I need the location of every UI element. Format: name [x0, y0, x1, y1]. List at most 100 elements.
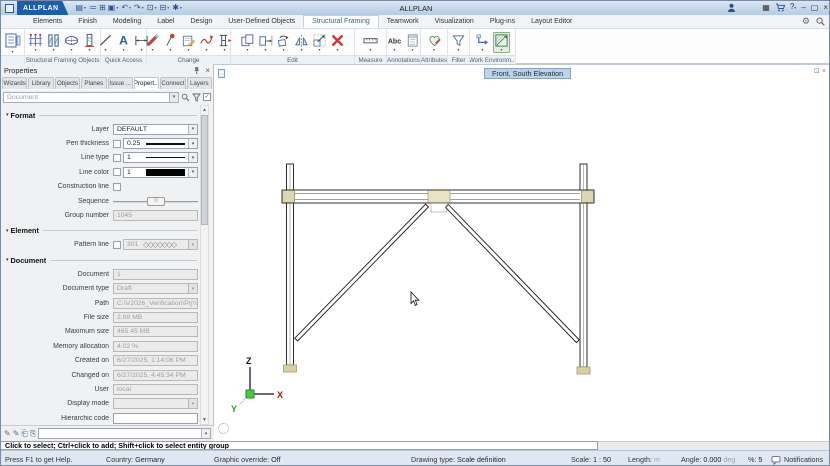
menu-tab-teamwork[interactable]: Teamwork: [379, 15, 427, 28]
dropdown-arrow-icon[interactable]: ▾: [188, 125, 197, 134]
scrollbar[interactable]: ▲▼: [200, 105, 209, 425]
menu-tab-layout-editor[interactable]: Layout Editor: [523, 15, 580, 28]
panel-icon[interactable]: ▤: [75, 4, 83, 12]
gear-icon[interactable]: ⚙: [802, 16, 810, 26]
value-field[interactable]: 6/27/2025, 4:45:34 PM: [113, 370, 198, 381]
line-color-dropdown[interactable]: 1▾: [123, 167, 198, 178]
dock-icon[interactable]: ⊡: [814, 68, 822, 75]
checkbox[interactable]: [113, 168, 121, 176]
new-icon[interactable]: ⊞: [99, 4, 106, 12]
value-field[interactable]: 1: [113, 269, 198, 280]
modify-pen-icon[interactable]: [145, 33, 160, 48]
settings-star-icon[interactable]: ✱: [172, 4, 179, 12]
pattern-line-dropdown[interactable]: 301◇◇◇◇◇◇◇▾: [123, 239, 198, 250]
select-all-icon[interactable]: ✓: [203, 93, 211, 101]
dropdown-arrow-icon[interactable]: ▾: [170, 92, 179, 103]
delete-icon[interactable]: [330, 33, 345, 48]
close-icon[interactable]: ×: [205, 66, 210, 75]
pin-icon[interactable]: [163, 33, 178, 48]
collapse-arrow-icon[interactable]: ▾: [6, 228, 9, 234]
value-field[interactable]: [113, 413, 198, 424]
menu-tab-visualization[interactable]: Visualization: [427, 15, 482, 28]
search-icon[interactable]: [816, 17, 825, 26]
palette-tab-wizards[interactable]: Wizards: [2, 77, 27, 89]
text-abc-icon[interactable]: Abc: [387, 33, 402, 48]
dropdown-arrow-icon[interactable]: ▾: [201, 429, 210, 438]
search-icon[interactable]: [181, 93, 190, 102]
match-pen-plus-icon[interactable]: ✎: [4, 429, 11, 439]
filter-icon[interactable]: [192, 93, 201, 102]
copy-view-icon[interactable]: ⊡: [147, 4, 154, 12]
frame-icon[interactable]: [28, 33, 43, 48]
layout-arrow-icon[interactable]: [475, 33, 490, 48]
modify-curve-icon[interactable]: [199, 33, 214, 48]
nav-wheel-icon[interactable]: [218, 423, 229, 434]
checkbox[interactable]: [113, 154, 121, 162]
slider-handle[interactable]: 0: [147, 197, 165, 206]
collapse-arrow-icon[interactable]: ▾: [6, 112, 9, 118]
menu-tab-label[interactable]: Label: [149, 15, 182, 28]
menu-tab-structural-framing[interactable]: Structural Framing: [303, 15, 379, 28]
value-field[interactable]: local: [113, 384, 198, 395]
checkbox[interactable]: [113, 241, 121, 249]
value-field[interactable]: 2.88 MB: [113, 312, 198, 323]
pen-thickness-dropdown[interactable]: 0.25▾: [123, 138, 198, 149]
viewport-title[interactable]: Front, South Elevation: [484, 68, 571, 79]
match-pen-icon[interactable]: ✎: [13, 429, 20, 439]
shop-cart-icon[interactable]: [775, 3, 785, 12]
undo-icon[interactable]: ↶: [121, 4, 128, 12]
menu-tab-elements[interactable]: Elements: [25, 15, 70, 28]
palette-tab-library[interactable]: Library: [28, 77, 53, 89]
restore-icon[interactable]: ▢: [811, 3, 819, 13]
checkbox[interactable]: [113, 140, 121, 148]
search-input[interactable]: Document: [3, 92, 170, 103]
value-field[interactable]: 1045: [113, 210, 198, 221]
drawing-viewport[interactable]: Z X Y Front, South Elevation ⊡×: [214, 64, 830, 441]
close-icon[interactable]: ×: [823, 3, 828, 13]
list-icon[interactable]: ≔: [89, 4, 97, 12]
viewport-menu-icon[interactable]: [218, 69, 225, 78]
dropdown[interactable]: ▾: [113, 398, 198, 409]
value-field[interactable]: 4.02 %: [113, 341, 198, 352]
menu-tab-design[interactable]: Design: [182, 15, 220, 28]
resize-icon[interactable]: [312, 33, 327, 48]
transfer-in-icon[interactable]: ⎗: [21, 429, 27, 439]
connect-icon[interactable]: ▦: [762, 3, 770, 13]
work-screen-icon[interactable]: [494, 33, 509, 48]
report-icon[interactable]: [405, 33, 420, 48]
dialog-line[interactable]: Click to select; Ctrl+click to add; Shif…: [1, 441, 598, 450]
line-icon[interactable]: [98, 33, 113, 48]
dropdown-arrow-icon[interactable]: ▾: [188, 153, 197, 162]
edit-document-icon[interactable]: [181, 33, 196, 48]
user-icon[interactable]: [727, 3, 736, 13]
value-field[interactable]: C:\V2026_Verification\Prj\V2: [113, 298, 198, 309]
menu-tab-finish[interactable]: Finish: [70, 15, 105, 28]
palette-tab-propert[interactable]: Propert...: [134, 77, 159, 89]
checkbox[interactable]: [113, 183, 121, 191]
transfer-out-icon[interactable]: ⎘: [30, 429, 36, 439]
app-icon[interactable]: [5, 4, 14, 13]
palette-tab-layers[interactable]: Layers: [187, 77, 212, 89]
palette-tab-objects[interactable]: Objects: [55, 77, 80, 89]
dropdown-arrow-icon[interactable]: ▾: [188, 399, 197, 408]
value-field[interactable]: 465.45 MB: [113, 326, 198, 337]
menu-tab-user-defined-objects[interactable]: User-Defined Objects: [220, 15, 303, 28]
value-field[interactable]: 6/27/2025, 1:14:06 PM: [113, 355, 198, 366]
dropdown-arrow-icon[interactable]: ▾: [188, 284, 197, 293]
mirror-icon[interactable]: [294, 33, 309, 48]
palette-tab-connect[interactable]: Connect: [160, 77, 185, 89]
ruler-icon[interactable]: [363, 33, 378, 48]
dropdown[interactable]: Draft▾: [113, 283, 198, 294]
redo-icon[interactable]: ↷: [134, 4, 141, 12]
filter-icon[interactable]: [451, 33, 466, 48]
line-type-dropdown[interactable]: 1▾: [123, 152, 198, 163]
properties-palette-icon[interactable]: [4, 32, 22, 50]
text-icon[interactable]: A: [116, 33, 131, 48]
palette-tab-planes[interactable]: Planes: [81, 77, 106, 89]
sequence-slider[interactable]: 0: [113, 196, 198, 207]
section-header-element[interactable]: ▾Element: [3, 224, 200, 238]
assign-attributes-icon[interactable]: [427, 33, 442, 48]
pin-icon[interactable]: [193, 66, 201, 75]
section-header-format[interactable]: ▾Format: [3, 108, 200, 122]
save-icon[interactable]: ▣: [108, 4, 116, 12]
